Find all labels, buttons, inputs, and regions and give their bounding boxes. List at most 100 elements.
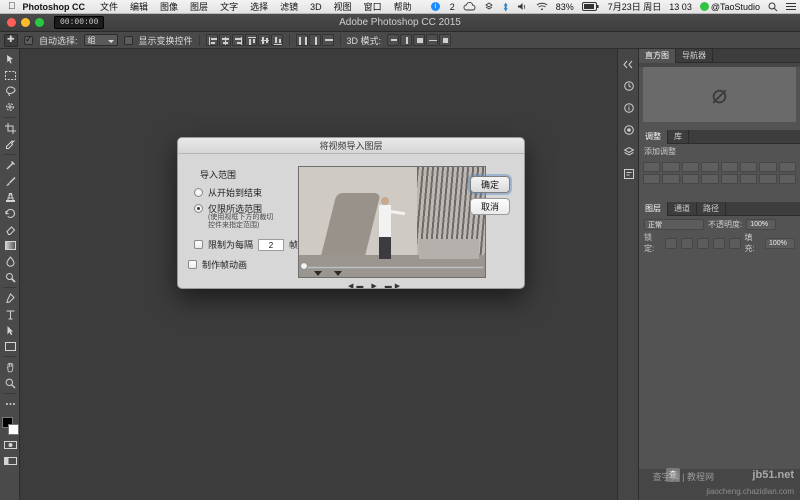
screen-mode-icon[interactable] xyxy=(0,453,20,469)
align-buttons-group[interactable] xyxy=(206,34,283,46)
menu-type[interactable]: 文字 xyxy=(214,0,244,13)
layers-panel-tabs[interactable]: 图层 通道 路径 xyxy=(639,202,800,216)
tab-channels[interactable]: 通道 xyxy=(668,202,697,216)
brightness-contrast-icon[interactable] xyxy=(643,162,660,172)
menu-edit[interactable]: 编辑 xyxy=(124,0,154,13)
adjustments-panel-tabs[interactable]: 调整 库 xyxy=(639,130,800,144)
blend-mode-dropdown[interactable]: 正常 xyxy=(644,219,704,230)
align-left-icon[interactable] xyxy=(206,34,218,46)
hue-saturation-icon[interactable] xyxy=(740,162,757,172)
color-balance-icon[interactable] xyxy=(759,162,776,172)
shape-tool[interactable] xyxy=(0,338,20,354)
photo-filter-icon[interactable] xyxy=(643,174,660,184)
auto-select-checkbox[interactable] xyxy=(24,36,33,45)
path-selection-tool[interactable] xyxy=(0,322,20,338)
menu-layer[interactable]: 图层 xyxy=(184,0,214,13)
more-tools-icon[interactable] xyxy=(0,396,20,412)
background-color-swatch[interactable] xyxy=(8,424,19,435)
roll-3d-icon[interactable] xyxy=(400,34,412,46)
opacity-field[interactable]: 100% xyxy=(746,219,776,230)
vibrance-icon[interactable] xyxy=(721,162,738,172)
distribute-right-icon[interactable] xyxy=(322,34,334,46)
show-transform-checkbox[interactable] xyxy=(124,36,133,45)
tab-adjustments[interactable]: 调整 xyxy=(639,130,668,144)
dropbox-icon[interactable] xyxy=(480,2,498,11)
threshold-icon[interactable] xyxy=(740,174,757,184)
lock-artboard-icon[interactable] xyxy=(713,238,725,249)
menu-file[interactable]: 文件 xyxy=(94,0,124,13)
tab-histogram[interactable]: 直方图 xyxy=(639,49,676,63)
info-icon[interactable] xyxy=(618,97,640,119)
dodge-tool[interactable] xyxy=(0,269,20,285)
status-info-icon[interactable]: i xyxy=(427,2,446,11)
next-frame-icon[interactable]: ▬▶ xyxy=(385,283,403,289)
bluetooth-icon[interactable] xyxy=(498,2,513,12)
brush-tool[interactable] xyxy=(0,173,20,189)
adjustment-icon-grid[interactable] xyxy=(639,159,800,187)
exposure-icon[interactable] xyxy=(701,162,718,172)
menu-3d[interactable]: 3D xyxy=(304,2,328,12)
list-icon[interactable] xyxy=(782,2,800,11)
tab-layers[interactable]: 图层 xyxy=(639,202,668,216)
lock-image-icon[interactable] xyxy=(681,238,693,249)
preview-scrubber-track[interactable] xyxy=(300,266,484,269)
crop-tool[interactable] xyxy=(0,120,20,136)
mode-3d-buttons[interactable] xyxy=(387,34,451,46)
auto-select-scope-dropdown[interactable]: 组 xyxy=(84,34,118,46)
move-tool-icon[interactable] xyxy=(4,34,18,47)
menu-select[interactable]: 选择 xyxy=(244,0,274,13)
menu-filter[interactable]: 滤镜 xyxy=(274,0,304,13)
option-full-range[interactable]: 从开始到结束 xyxy=(194,186,262,199)
menu-image[interactable]: 图像 xyxy=(154,0,184,13)
invert-icon[interactable] xyxy=(701,174,718,184)
search-icon[interactable] xyxy=(764,2,782,12)
distribute-left-icon[interactable] xyxy=(296,34,308,46)
pen-tool[interactable] xyxy=(0,290,20,306)
zoom-tool[interactable] xyxy=(0,375,20,391)
marquee-tool[interactable] xyxy=(0,67,20,83)
wifi-icon[interactable] xyxy=(532,2,552,11)
layers-icon[interactable] xyxy=(618,141,640,163)
curves-icon[interactable] xyxy=(682,162,699,172)
histogram-panel-tabs[interactable]: 直方图 导航器 xyxy=(639,49,800,63)
volume-icon[interactable] xyxy=(513,2,532,11)
active-app-name[interactable]: Photoshop CC xyxy=(23,2,95,12)
play-icon[interactable]: ▶ xyxy=(371,283,379,289)
menu-window[interactable]: 窗口 xyxy=(358,0,388,13)
tab-navigator[interactable]: 导航器 xyxy=(676,49,713,63)
color-lookup-icon[interactable] xyxy=(682,174,699,184)
history-icon[interactable] xyxy=(618,75,640,97)
panel-collapse-icon[interactable] xyxy=(618,53,640,75)
align-top-icon[interactable] xyxy=(245,34,257,46)
lock-position-icon[interactable] xyxy=(697,238,709,249)
drag-3d-icon[interactable] xyxy=(413,34,425,46)
selective-color-icon[interactable] xyxy=(779,174,796,184)
align-right-icon[interactable] xyxy=(232,34,244,46)
align-bottom-icon[interactable] xyxy=(271,34,283,46)
ok-button[interactable]: 确定 xyxy=(470,176,510,193)
limit-frames-checkbox[interactable] xyxy=(194,240,203,249)
quick-selection-tool[interactable] xyxy=(0,99,20,115)
color-icon[interactable] xyxy=(618,119,640,141)
black-white-icon[interactable] xyxy=(779,162,796,172)
menu-help[interactable]: 帮助 xyxy=(388,0,418,13)
tab-library[interactable]: 库 xyxy=(668,130,689,144)
lock-all-icon[interactable] xyxy=(729,238,741,249)
scale-3d-icon[interactable] xyxy=(439,34,451,46)
limit-frames-input[interactable]: 2 xyxy=(258,239,284,251)
transport-controls[interactable]: ◀▬ ▶ ▬▶ xyxy=(348,282,403,289)
align-center-v-icon[interactable] xyxy=(258,34,270,46)
hand-tool[interactable] xyxy=(0,359,20,375)
quick-mask-icon[interactable] xyxy=(0,437,20,453)
tab-paths[interactable]: 路径 xyxy=(697,202,726,216)
radio-full-range[interactable] xyxy=(194,188,203,197)
eyedropper-tool[interactable] xyxy=(0,136,20,152)
trim-end-marker[interactable] xyxy=(334,271,342,276)
eraser-tool[interactable] xyxy=(0,221,20,237)
channel-mixer-icon[interactable] xyxy=(662,174,679,184)
trim-start-marker[interactable] xyxy=(314,271,322,276)
lock-row[interactable]: 锁定: 填充: 100% xyxy=(639,231,800,255)
prev-frame-icon[interactable]: ◀▬ xyxy=(348,283,366,289)
distribute-center-icon[interactable] xyxy=(309,34,321,46)
levels-icon[interactable] xyxy=(662,162,679,172)
